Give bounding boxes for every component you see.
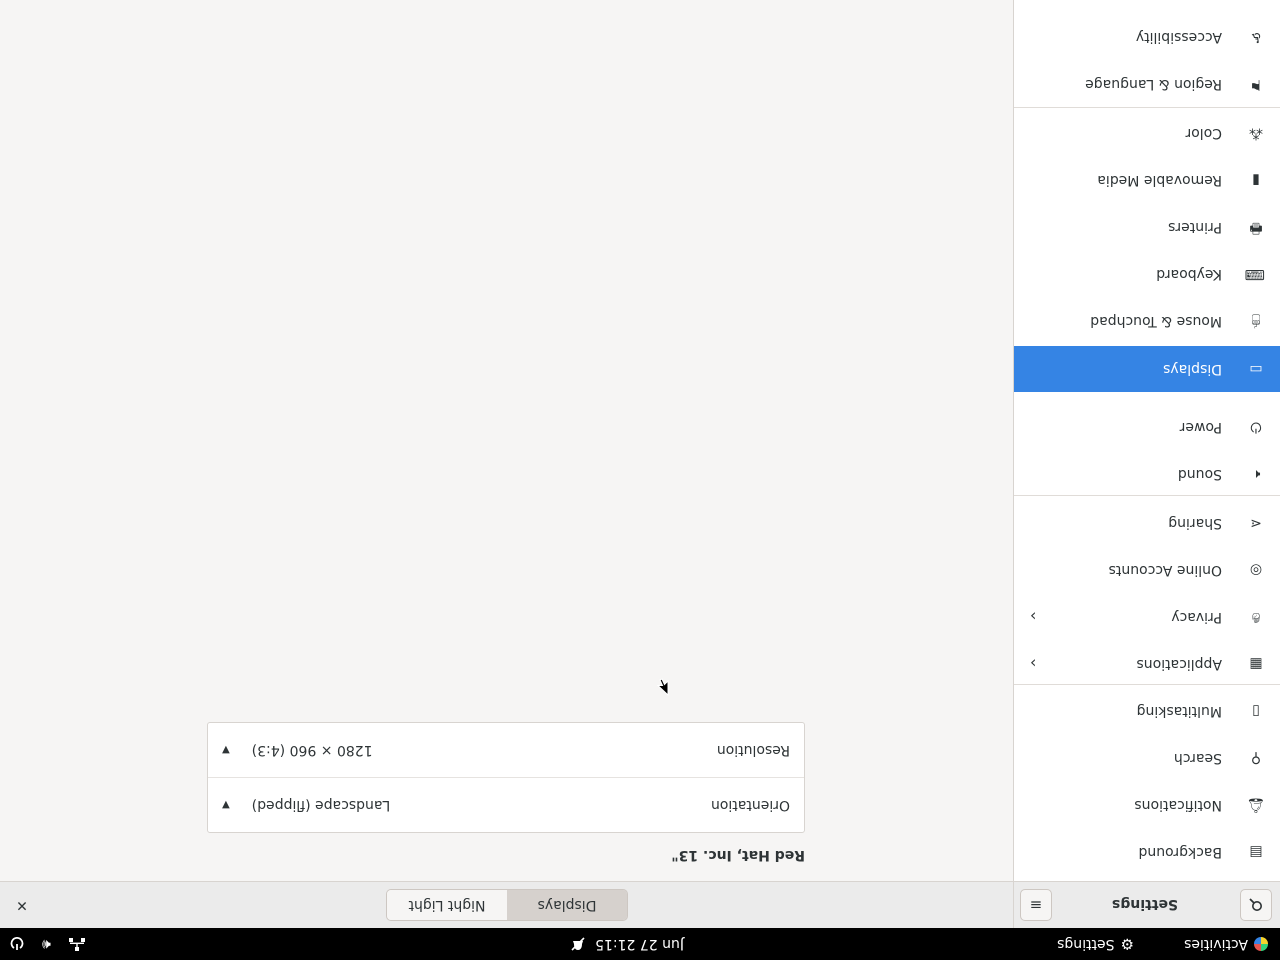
sidebar-item-label: Keyboard: [1156, 266, 1222, 282]
sidebar-item-printers[interactable]: 🖶 Printers: [1014, 204, 1280, 250]
search-icon: ⚲: [1250, 750, 1262, 766]
sidebar-item-label: Displays: [1163, 361, 1222, 377]
bell-icon: 🔔︎: [1247, 797, 1265, 813]
sidebar-item-sharing[interactable]: ⋖ Sharing: [1014, 500, 1280, 546]
flag-icon: ⚑: [1249, 76, 1263, 92]
sidebar-item-label: Color: [1185, 125, 1222, 141]
multitasking-icon: ▯: [1252, 703, 1260, 719]
sidebar-item-notifications[interactable]: 🔔︎ Notifications: [1014, 782, 1280, 828]
keyboard-icon: ⌨: [1244, 266, 1265, 282]
gear-icon: ⚙: [1120, 935, 1134, 953]
sidebar-item-label: Privacy: [1171, 609, 1222, 625]
grid-icon: ▦: [1249, 656, 1263, 672]
sidebar-item-label: Power: [1179, 419, 1222, 435]
search-button[interactable]: [1240, 889, 1272, 921]
share-icon: ⋖: [1250, 515, 1262, 531]
resolution-row[interactable]: Resolution 1280 × 960 (4:3) ▼: [208, 723, 804, 778]
sidebar-item-label: Printers: [1168, 219, 1222, 235]
sidebar-item-mouse-touchpad[interactable]: 🖱︎ Mouse & Touchpad: [1014, 298, 1280, 344]
sidebar-item-label: Notifications: [1134, 797, 1222, 813]
sidebar-item-region-language[interactable]: ⚑ Region & Language: [1014, 61, 1280, 107]
app-menu[interactable]: ⚙ Settings: [1057, 928, 1134, 960]
sidebar-item-accessibility[interactable]: ♿︎ Accessibility: [1014, 14, 1280, 60]
sidebar-item-online-accounts[interactable]: ◎ Online Accounts: [1014, 547, 1280, 593]
sidebar-item-power[interactable]: ⏻ Power: [1014, 404, 1280, 450]
display-icon: ▭: [1249, 361, 1263, 377]
notifications-muted-icon: [571, 937, 585, 951]
chevron-right-icon: ›: [1030, 607, 1037, 627]
sidebar-headerbar: Settings ≡: [1013, 881, 1280, 928]
sidebar-item-label: Region & Language: [1085, 76, 1222, 92]
orientation-label: Orientation: [710, 797, 790, 813]
sidebar-item-applications[interactable]: ▦ Applications ›: [1014, 641, 1280, 687]
sidebar-separator: [1014, 107, 1280, 108]
gnome-logo-icon: [1254, 937, 1268, 951]
app-menu-label: Settings: [1057, 936, 1115, 952]
sidebar-item-label: Removable Media: [1097, 172, 1222, 188]
sidebar-item-label: Mouse & Touchpad: [1090, 313, 1222, 329]
resolution-value: 1280 × 960 (4:3): [251, 742, 373, 758]
displays-panel: Red Hat, Inc. 13" Orientation Landscape …: [207, 722, 805, 863]
sidebar-item-label: Sharing: [1168, 515, 1222, 531]
main-menu-button[interactable]: ≡: [1020, 889, 1052, 921]
sidebar-item-label: Online Accounts: [1108, 562, 1222, 578]
display-settings-list: Orientation Landscape (flipped) ▼ Resolu…: [207, 722, 805, 833]
power-icon: ⏻: [1250, 419, 1262, 435]
clock[interactable]: Jun 27 21:15: [571, 928, 684, 960]
monitor-name: Red Hat, Inc. 13": [671, 847, 805, 863]
volume-icon: 🔊︎: [42, 936, 51, 952]
sidebar-item-label: Sound: [1177, 466, 1222, 482]
clock-label: Jun 27 21:15: [595, 936, 684, 952]
orientation-value: Landscape (flipped): [251, 797, 391, 813]
sidebar-item-label: Applications: [1136, 656, 1222, 672]
sidebar-item-label: Multitasking: [1136, 703, 1222, 719]
printer-icon: 🖶: [1249, 220, 1263, 236]
top-bar: Activities ⚙ Settings Jun 27 21:15 🔊︎: [0, 928, 1280, 960]
usb-icon: ▮: [1252, 172, 1260, 188]
color-icon: ⁂: [1249, 125, 1263, 141]
sidebar-item-color[interactable]: ⁂ Color: [1014, 110, 1280, 156]
sidebar-item-label: Background: [1138, 844, 1222, 860]
sidebar-item-multitasking[interactable]: ▯ Multitasking: [1014, 688, 1280, 734]
sidebar-item-background[interactable]: ▤ Background: [1014, 829, 1280, 875]
sidebar-item-search[interactable]: ⚲ Search: [1014, 735, 1280, 781]
sidebar-item-label: Accessibility: [1135, 29, 1222, 45]
close-button[interactable]: ✕: [10, 893, 34, 917]
view-switcher: Displays Night Light: [386, 889, 628, 921]
hamburger-icon: ≡: [1029, 896, 1043, 914]
settings-window: Settings ≡ Displays Night Light ✕ ▤ Back…: [0, 0, 1280, 928]
sidebar-item-privacy[interactable]: ✋︎ Privacy ›: [1014, 594, 1280, 640]
at-icon: ◎: [1249, 562, 1263, 578]
accessibility-icon: ♿︎: [1249, 29, 1263, 45]
background-icon: ▤: [1249, 844, 1263, 860]
dropdown-arrow-icon: ▼: [222, 799, 230, 811]
screen: Activities ⚙ Settings Jun 27 21:15 🔊︎ Se…: [0, 0, 1280, 960]
main-headerbar: Displays Night Light ✕: [0, 881, 1013, 928]
close-icon: ✕: [16, 897, 28, 913]
activities-label: Activities: [1184, 936, 1248, 952]
sidebar: ▤ Background 🔔︎ Notifications ⚲ Search ▯…: [1013, 0, 1280, 881]
hand-icon: ✋︎: [1252, 609, 1260, 625]
mouse-icon: 🖱︎: [1251, 313, 1261, 329]
resolution-label: Resolution: [716, 742, 790, 758]
sidebar-item-displays[interactable]: ▭ Displays: [1014, 346, 1280, 392]
sidebar-item-removable-media[interactable]: ▮ Removable Media: [1014, 157, 1280, 203]
system-tray[interactable]: 🔊︎: [10, 928, 85, 960]
chevron-right-icon: ›: [1030, 654, 1037, 674]
network-wired-icon: [68, 938, 85, 951]
tab-night-light[interactable]: Night Light: [387, 890, 507, 920]
power-menu-icon: [10, 937, 24, 950]
orientation-row[interactable]: Orientation Landscape (flipped) ▼: [208, 778, 804, 832]
activities-button[interactable]: Activities: [1184, 928, 1268, 960]
sidebar-item-label: Search: [1173, 750, 1222, 766]
search-icon: [1249, 898, 1262, 911]
window-title: Settings: [1111, 896, 1179, 913]
dropdown-arrow-icon: ▼: [222, 744, 230, 756]
sidebar-item-keyboard[interactable]: ⌨ Keyboard: [1014, 251, 1280, 297]
sidebar-item-sound[interactable]: 🔈︎ Sound: [1014, 451, 1280, 497]
tab-displays[interactable]: Displays: [507, 890, 627, 920]
speaker-icon: 🔈︎: [1251, 466, 1261, 482]
